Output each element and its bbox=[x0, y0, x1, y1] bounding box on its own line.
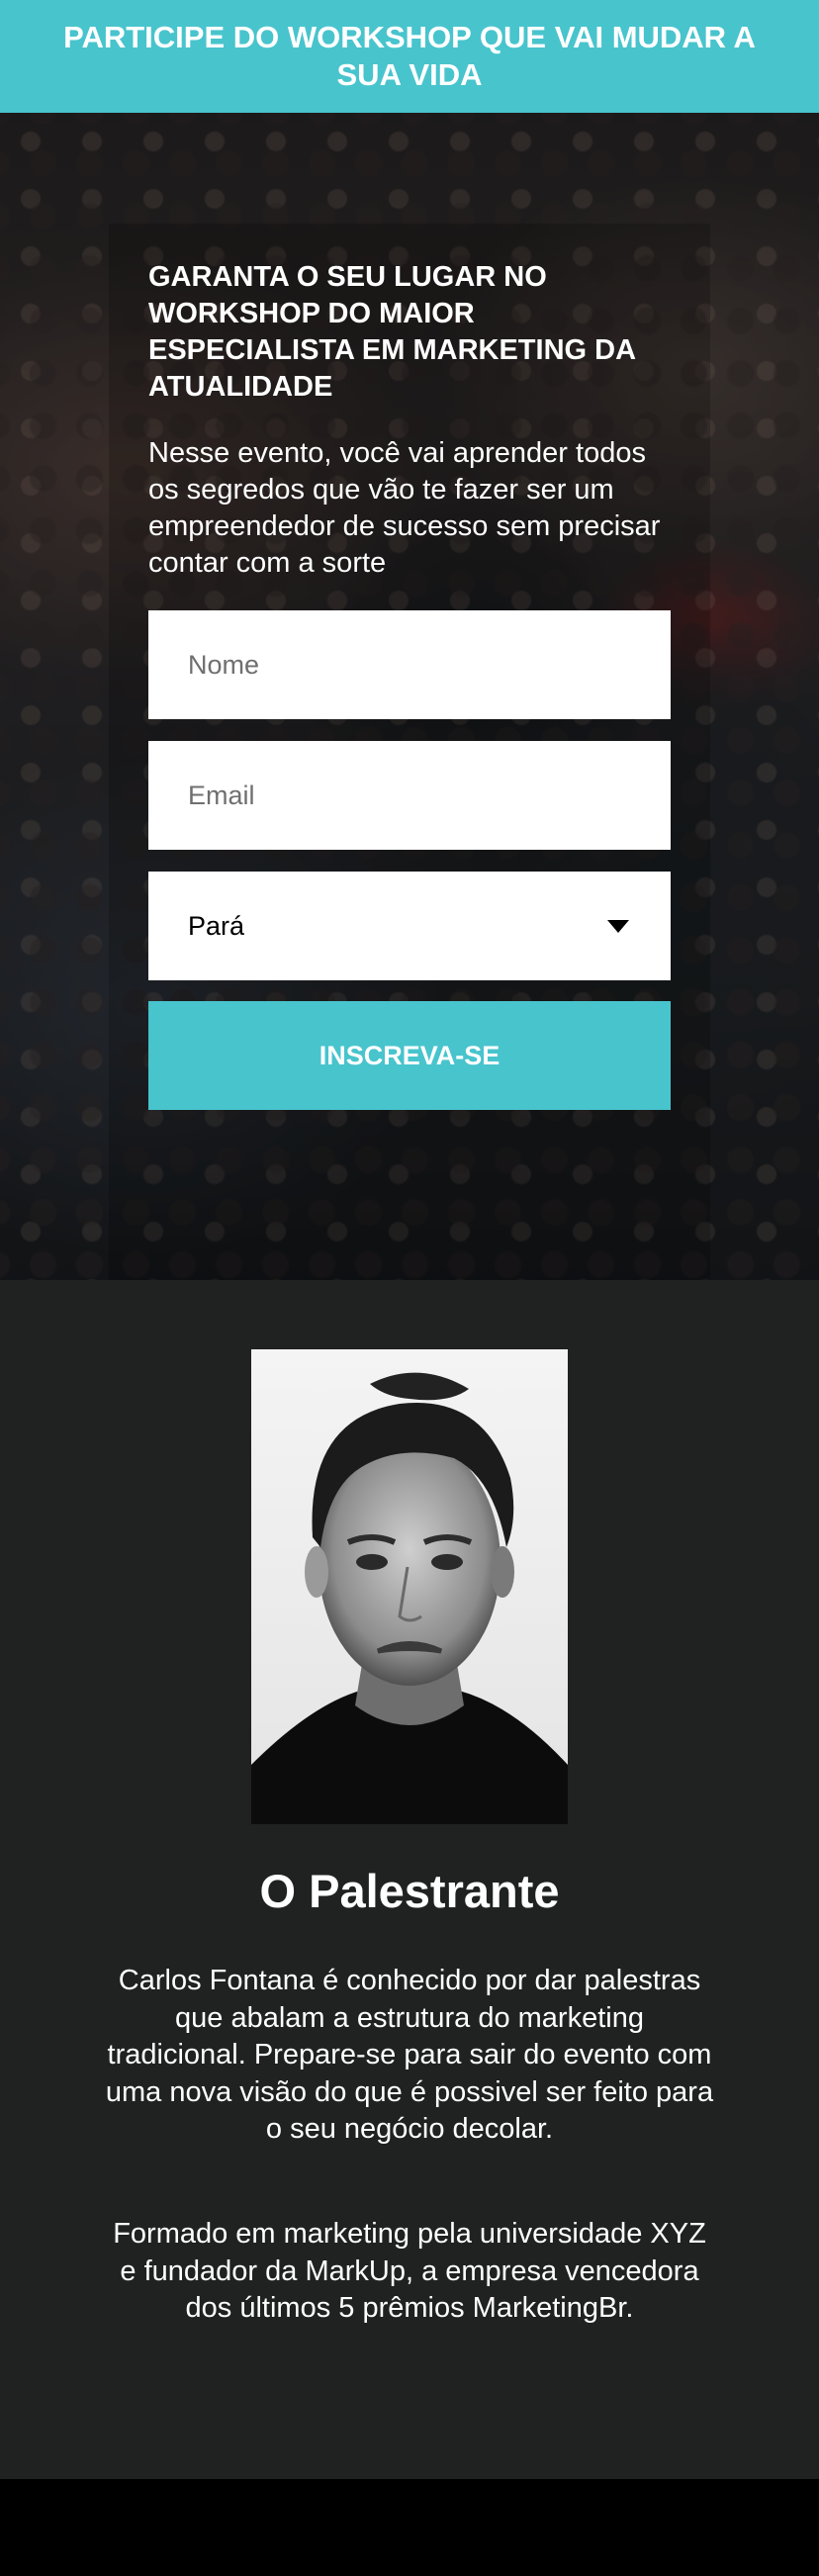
hero-description: Nesse evento, você vai aprender todos os… bbox=[148, 437, 661, 579]
footer bbox=[0, 2479, 819, 2576]
state-select[interactable]: Pará bbox=[148, 872, 671, 980]
speaker-photo bbox=[251, 1349, 568, 1824]
speaker-bio-paragraph-1: Carlos Fontana é conhecido por dar pales… bbox=[105, 1965, 714, 2145]
speaker-portrait-image bbox=[251, 1349, 568, 1824]
name-input[interactable] bbox=[148, 610, 671, 719]
speaker-bio-paragraph-2: Formado em marketing pela universidade X… bbox=[113, 2218, 706, 2324]
chevron-down-icon bbox=[607, 919, 629, 933]
email-input[interactable] bbox=[148, 741, 671, 850]
top-banner: PARTICIPE DO WORKSHOP QUE VAI MUDAR A SU… bbox=[0, 0, 819, 113]
subscribe-button[interactable]: INSCREVA-SE bbox=[148, 1001, 671, 1110]
top-banner-text: PARTICIPE DO WORKSHOP QUE VAI MUDAR A SU… bbox=[63, 20, 756, 92]
hero-title: GARANTA O SEU LUGAR NO WORKSHOP DO MAIOR… bbox=[148, 261, 635, 403]
speaker-section: O Palestrante Carlos Fontana é conhecido… bbox=[0, 1280, 819, 2479]
state-select-value: Pará bbox=[188, 910, 245, 941]
speaker-heading: O Palestrante bbox=[259, 1865, 560, 1917]
